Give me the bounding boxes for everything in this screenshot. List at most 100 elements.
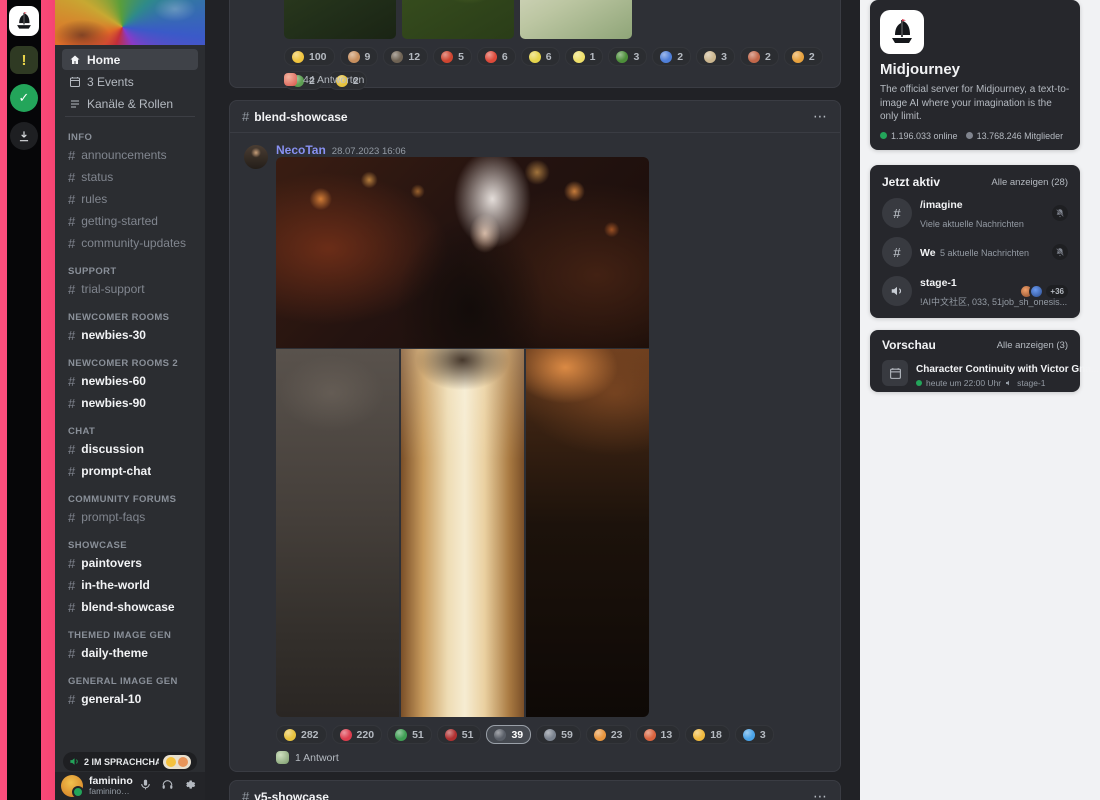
reaction-pill[interactable]: 6 [521, 47, 560, 66]
see-all-link[interactable]: Alle anzeigen (28) [991, 177, 1068, 188]
bell-muted-icon[interactable] [1052, 205, 1068, 221]
reaction-pill[interactable]: 3 [735, 725, 774, 744]
reaction-pill[interactable]: 2 [652, 47, 691, 66]
discord-app: ! ✓ Home 3 Events Kanäle & Rollen [0, 0, 1100, 800]
download-button[interactable] [10, 122, 38, 150]
channel-label: THEMED IMAGE GEN [68, 630, 171, 641]
status-server-icon[interactable]: ✓ [10, 84, 38, 112]
reaction-pill[interactable]: 59 [536, 725, 581, 744]
thread-replies-link[interactable]: 1 Antwort [276, 751, 339, 764]
channel-row[interactable]: # community-updates [62, 232, 198, 254]
active-channel-we[interactable]: # We 5 aktuelle Nachrichten [882, 235, 1068, 269]
channel-row[interactable]: # INFO [62, 130, 198, 144]
alert-server-icon[interactable]: ! [10, 46, 38, 74]
reaction-pill[interactable]: 3 [696, 47, 735, 66]
reaction-pill[interactable]: 2 [740, 47, 779, 66]
reaction-pill[interactable]: 6 [477, 47, 516, 66]
channel-row[interactable]: # trial-support [62, 278, 198, 300]
channel-row[interactable]: # prompt-chat [62, 460, 198, 482]
sidebar-item-home[interactable]: Home [62, 49, 198, 70]
sidebar-item-events[interactable]: 3 Events [62, 71, 198, 92]
divider [65, 116, 195, 117]
sidebar-item-channels-roles[interactable]: Kanäle & Rollen [62, 93, 198, 114]
voice-status[interactable]: 2 IM SPRACHCHAT [63, 752, 197, 771]
mic-button[interactable] [139, 778, 155, 794]
channel-row[interactable]: # newbies-90 [62, 392, 198, 414]
reaction-pill[interactable]: 51 [437, 725, 482, 744]
channel-row[interactable]: # daily-theme [62, 642, 198, 664]
attachment-thumbnails [284, 0, 632, 39]
reaction-pill[interactable]: 2 [784, 47, 823, 66]
midjourney-server-icon[interactable] [9, 6, 39, 36]
channel-row[interactable]: # newbies-60 [62, 370, 198, 392]
channel-row[interactable]: # announcements [62, 144, 198, 166]
channel-label: NEWCOMER ROOMS [68, 312, 169, 323]
hash-icon: # [68, 328, 75, 343]
settings-button[interactable] [183, 778, 199, 794]
reaction-pill[interactable]: 23 [586, 725, 631, 744]
channel-row[interactable]: # CHAT [62, 424, 198, 438]
author-avatar[interactable] [244, 145, 268, 169]
reaction-pill[interactable]: 282 [276, 725, 327, 744]
author-name[interactable]: NecoTan [276, 143, 326, 157]
live-dot-icon [916, 380, 922, 386]
more-options-icon[interactable]: ⋯ [813, 108, 828, 125]
channel-row[interactable]: # THEMED IMAGE GEN [62, 628, 198, 642]
channel-label: status [81, 170, 113, 184]
channel-row[interactable]: # status [62, 166, 198, 188]
image-thumbnail[interactable] [284, 0, 396, 39]
channel-name[interactable]: v5-showcase [254, 790, 813, 800]
channel-row[interactable]: # NEWCOMER ROOMS [62, 310, 198, 324]
reaction-count: 9 [365, 51, 371, 63]
reaction-pill[interactable]: 220 [332, 725, 383, 744]
active-channel-stage-1[interactable]: stage-1 !AI中文社区, 033, 51job_sh_onesis...… [882, 274, 1068, 308]
channel-row[interactable]: # SUPPORT [62, 264, 198, 278]
thread-replies-link[interactable]: 44 Antworten [284, 73, 364, 86]
more-options-icon[interactable]: ⋯ [813, 788, 828, 800]
channel-row[interactable]: # newbies-30 [62, 324, 198, 346]
channel-row[interactable]: # discussion [62, 438, 198, 460]
user-meta[interactable]: faminino faminino_281 [89, 776, 133, 796]
headphones-button[interactable] [161, 778, 177, 794]
message-image-right[interactable] [526, 349, 649, 717]
hash-icon: # [68, 646, 75, 661]
reaction-pill[interactable]: 100 [284, 47, 335, 66]
channel-row[interactable]: # paintovers [62, 552, 198, 574]
event-item[interactable]: Character Continuity with Victor Gna... … [882, 359, 1068, 387]
reaction-pill[interactable]: 18 [685, 725, 730, 744]
user-avatar[interactable] [61, 775, 83, 797]
reaction-pill[interactable]: 5 [433, 47, 472, 66]
channel-row[interactable]: # GENERAL IMAGE GEN [62, 674, 198, 688]
message-image-middle[interactable] [401, 349, 524, 717]
reaction-pill[interactable]: 1 [565, 47, 604, 66]
message-image-left[interactable] [276, 349, 399, 717]
channel-row[interactable]: # getting-started [62, 210, 198, 232]
channel-row[interactable]: # in-the-world [62, 574, 198, 596]
reaction-pill[interactable]: 13 [636, 725, 681, 744]
channel-row[interactable]: # rules [62, 188, 198, 210]
channel-row[interactable]: # blend-showcase [62, 596, 198, 618]
reaction-pill[interactable]: 3 [608, 47, 647, 66]
emoji-icon [284, 729, 296, 741]
active-channel-imagine[interactable]: # /imagine Viele aktuelle Nachrichten [882, 196, 1068, 230]
post-header: # v5-showcase ⋯ [230, 781, 840, 800]
channel-row[interactable]: # general-10 [62, 688, 198, 710]
reaction-pill[interactable]: 12 [383, 47, 428, 66]
see-all-link[interactable]: Alle anzeigen (3) [997, 340, 1068, 351]
channel-name[interactable]: blend-showcase [254, 110, 813, 124]
reaction-count: 2 [765, 51, 771, 63]
reaction-pill[interactable]: 51 [387, 725, 432, 744]
reaction-pill[interactable]: 9 [340, 47, 379, 66]
reaction-pill[interactable]: 39 [486, 725, 531, 744]
image-thumbnail[interactable] [520, 0, 632, 39]
channel-row[interactable]: # SHOWCASE [62, 538, 198, 552]
reaction-count: 12 [408, 51, 420, 63]
channel-row[interactable]: # NEWCOMER ROOMS 2 [62, 356, 198, 370]
channel-row[interactable]: # COMMUNITY FORUMS [62, 492, 198, 506]
message-image-main[interactable] [276, 157, 649, 348]
image-thumbnail[interactable] [402, 0, 514, 39]
hash-icon: # [882, 198, 912, 228]
bell-muted-icon[interactable] [1052, 244, 1068, 260]
channel-row[interactable]: # prompt-faqs [62, 506, 198, 528]
replier-avatar-icon [284, 73, 297, 86]
